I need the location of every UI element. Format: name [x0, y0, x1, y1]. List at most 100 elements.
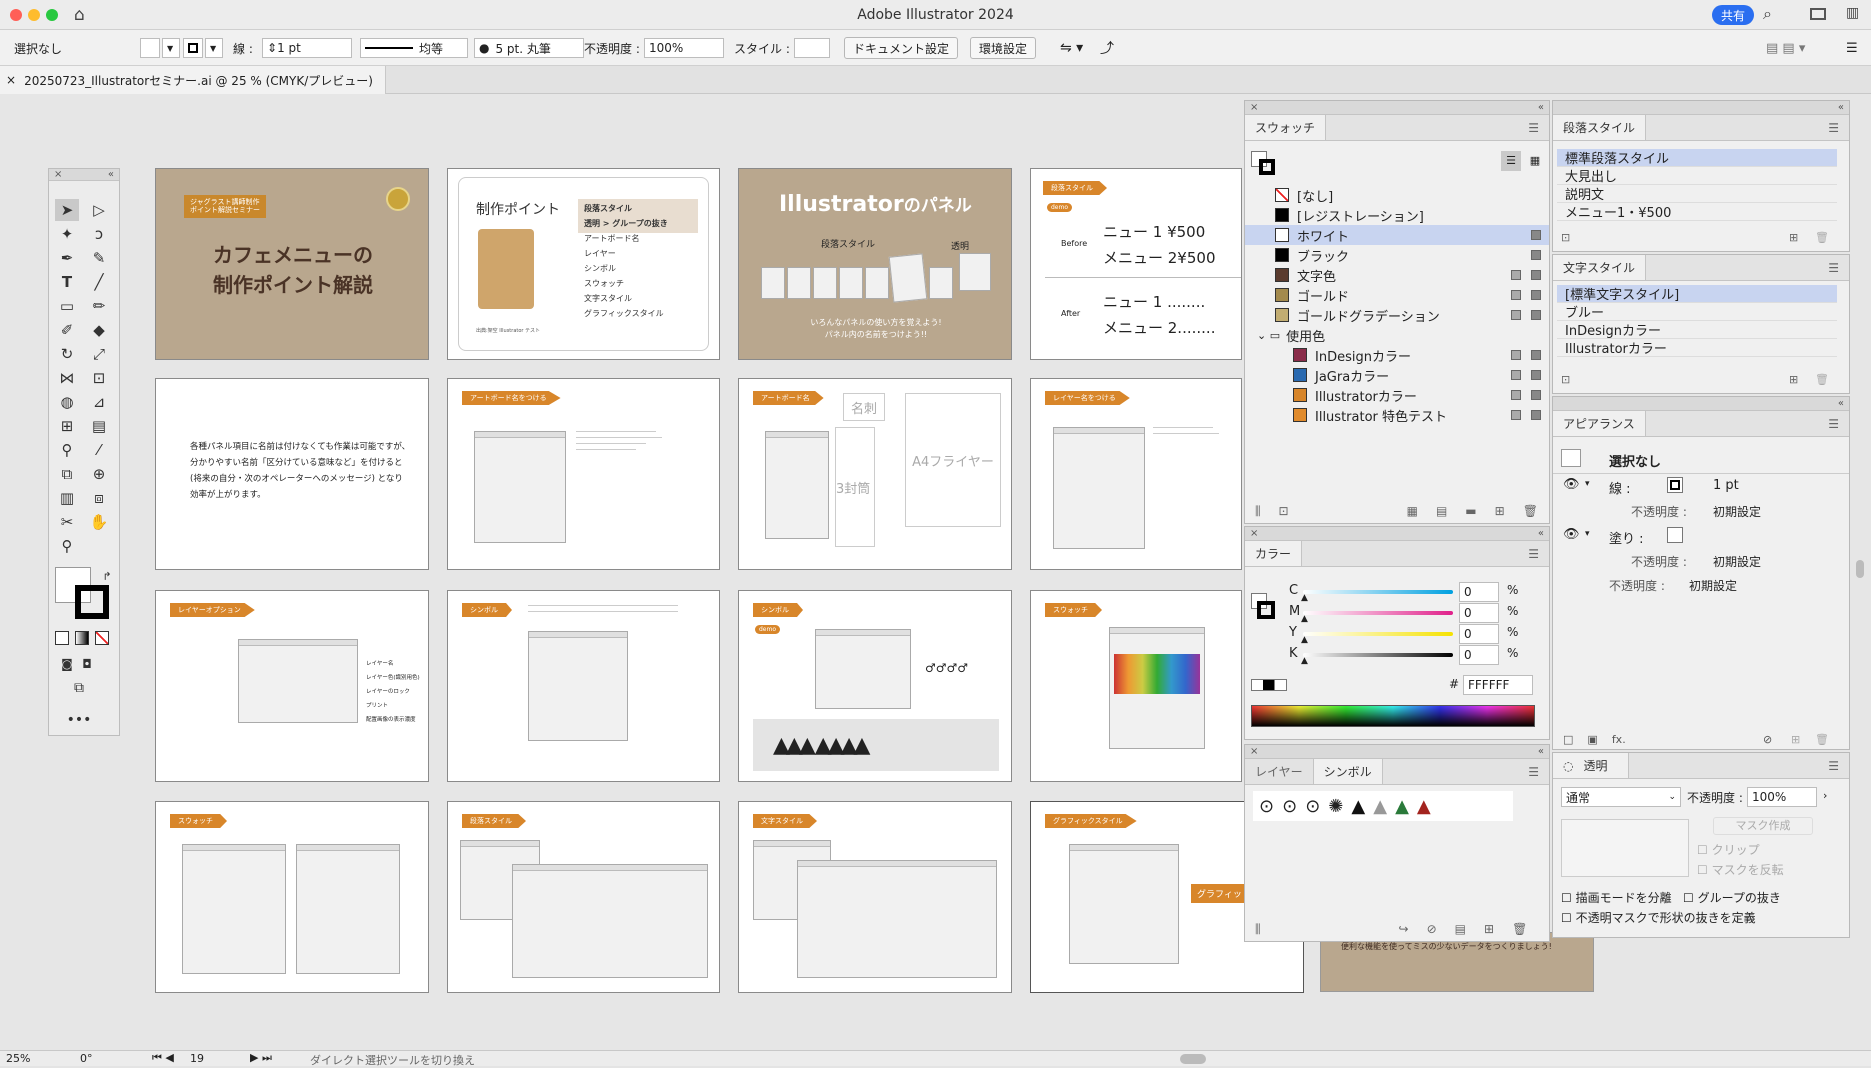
measure-icon[interactable]: ⁄ — [87, 439, 111, 461]
channel-value-field[interactable]: 0 — [1459, 645, 1499, 665]
swatch-row[interactable]: ブラック — [1245, 245, 1549, 265]
direct-selection-tool-icon[interactable]: ▷ — [87, 199, 111, 221]
blend-mode-select[interactable]: 通常 ⌄ — [1561, 787, 1681, 807]
add-fill-icon[interactable]: ▣ — [1587, 733, 1597, 746]
folder-icon[interactable]: ⌄ ▭ — [1257, 329, 1280, 342]
swatch-stroke-indicator[interactable] — [1259, 159, 1275, 175]
fill-control[interactable]: ▼ — [140, 30, 180, 66]
opacity-stepper-icon[interactable]: › — [1823, 789, 1827, 802]
symbol-library-icon[interactable]: ⫼ — [1255, 922, 1261, 937]
duplicate-item-icon[interactable]: ⊞ — [1791, 733, 1800, 746]
graphic-style-select[interactable] — [794, 38, 830, 58]
pen-tool-icon[interactable]: ✒ — [55, 247, 79, 269]
appearance-stroke-swatch[interactable] — [1667, 477, 1683, 493]
artboard-7[interactable]: アートボード名 名刺 3封筒 A4フライヤー — [738, 378, 1012, 570]
character-style-item[interactable]: ブルー — [1557, 303, 1837, 321]
artboard-5[interactable]: 各種パネル項目に名前は付けなくても作業は可能ですが、 分かりやすい名前「区分けてい… — [155, 378, 429, 570]
stroke-control[interactable]: ▼ — [183, 30, 223, 66]
artboard-tool-icon[interactable]: ⧈ — [87, 487, 111, 509]
symbol-compass-4-icon[interactable]: ✺ — [1328, 796, 1343, 817]
close-tab-icon[interactable]: × — [6, 73, 16, 87]
rectangle-tool-icon[interactable]: ▭ — [55, 295, 79, 317]
more-tools-icon[interactable]: ••• — [67, 709, 92, 731]
shaper-tool-icon[interactable]: ✐ — [55, 319, 79, 341]
workspace-icon[interactable] — [1810, 8, 1826, 20]
object-opacity-value[interactable]: 初期設定 — [1689, 577, 1737, 594]
selection-tool-icon[interactable]: ➤ — [55, 199, 79, 221]
symbol-compass-1-icon[interactable]: ⊙ — [1259, 796, 1274, 817]
tab-symbols[interactable]: シンボル — [1312, 759, 1383, 784]
symbol-options-icon[interactable]: ▤ — [1455, 922, 1466, 936]
type-tool-icon[interactable]: T — [55, 271, 79, 293]
artboard-1[interactable]: ジャグラスト講師制作 ポイント解説セミナー カフェメニューの 制作ポイント解説 — [155, 168, 429, 360]
list-view-icon[interactable]: ☰ — [1501, 151, 1521, 171]
screen-mode-icon[interactable]: ⧉ — [67, 677, 91, 699]
tab-appearance[interactable]: アピアランス — [1553, 411, 1646, 436]
swatch-row[interactable]: Illustratorカラー — [1245, 385, 1549, 405]
width-tool-icon[interactable]: ⋈ — [55, 367, 79, 389]
clip-checkbox[interactable]: ☐ クリップ — [1697, 841, 1760, 858]
rotation-angle[interactable]: 0° — [80, 1052, 93, 1065]
gradient-mode-icon[interactable] — [75, 631, 89, 645]
preferences-button[interactable]: 環境設定 — [970, 37, 1037, 59]
none-mode-icon[interactable] — [95, 631, 109, 645]
none-white-black-icon[interactable] — [1251, 679, 1287, 691]
control-menu-icon[interactable]: ☰ — [1846, 30, 1858, 66]
artboard-9[interactable]: レイヤーオプション レイヤー名 レイヤー色(識別用色) レイヤーのロック プリント 配置… — [155, 590, 429, 782]
channel-slider[interactable] — [1303, 632, 1453, 636]
symbol-compass-2-icon[interactable]: ⊙ — [1282, 796, 1297, 817]
tab-swatches[interactable]: スウォッチ — [1245, 115, 1327, 140]
clear-appearance-icon[interactable]: ⊘ — [1763, 733, 1772, 746]
magic-wand-icon[interactable]: ✦ — [55, 223, 79, 245]
invert-mask-checkbox[interactable]: ☐ マスクを反転 — [1697, 861, 1784, 878]
delete-swatch-icon[interactable]: 🗑 — [1523, 504, 1538, 518]
paragraph-style-item[interactable]: 大見出し — [1557, 167, 1837, 185]
brush-select[interactable]: ● 5 pt. 丸筆 — [474, 38, 584, 58]
tab-paragraph-styles[interactable]: 段落スタイル — [1553, 115, 1647, 140]
artboard-12[interactable]: スウォッチ — [1030, 590, 1242, 782]
new-symbol-icon[interactable]: ⊞ — [1484, 922, 1494, 936]
slice-tool-icon[interactable]: ✂ — [55, 511, 79, 533]
color-mode-icon[interactable] — [55, 631, 69, 645]
search-icon[interactable]: ⌕ — [1763, 4, 1772, 24]
close-panel-icon[interactable]: × — [1250, 102, 1258, 113]
shape-builder-icon[interactable]: ◍ — [55, 391, 79, 413]
document-setup-button[interactable]: ドキュメント設定 — [844, 37, 959, 59]
delete-char-style-icon[interactable]: 🗑 — [1815, 373, 1829, 386]
line-tool-icon[interactable]: ╱ — [87, 271, 111, 293]
swatch-row[interactable]: JaGraカラー — [1245, 365, 1549, 385]
symbol-mountain-black-icon[interactable]: ▲ — [1351, 796, 1365, 817]
swatch-row[interactable]: ゴールド — [1245, 285, 1549, 305]
swatch-row[interactable]: Illustrator 特色テスト — [1245, 405, 1549, 425]
swatch-row[interactable]: [なし] — [1245, 185, 1549, 205]
channel-value-field[interactable]: 0 — [1459, 582, 1499, 602]
character-style-item[interactable]: [標準文字スタイル] — [1557, 285, 1837, 303]
artboard-2[interactable]: 制作ポイント 段落スタイル 透明 > グループの抜き アートボード名 レイヤー … — [447, 168, 720, 360]
next-artboard-icon[interactable]: ▶ ⏭ — [250, 1051, 272, 1065]
opacity-mask-checkbox[interactable]: ☐ 不透明マスクで形状の抜きを定義 — [1561, 909, 1756, 926]
stroke-opacity-value[interactable]: 初期設定 — [1713, 503, 1761, 520]
draw-behind-icon[interactable]: ◘ — [75, 653, 99, 675]
fill-opacity-value[interactable]: 初期設定 — [1713, 553, 1761, 570]
artboard-10[interactable]: シンボル — [447, 590, 720, 782]
panel-menu-icon[interactable]: ☰ — [1518, 115, 1549, 140]
swatch-row[interactable]: [レジストレーション] — [1245, 205, 1549, 225]
curvature-tool-icon[interactable]: ✎ — [87, 247, 111, 269]
stroke-expand-icon[interactable]: ▾ — [1585, 479, 1590, 489]
appearance-fill-swatch[interactable] — [1667, 527, 1683, 543]
place-symbol-icon[interactable]: ↪ — [1399, 922, 1409, 936]
graph-tool-icon[interactable]: ▥ — [55, 487, 79, 509]
zoom-tool-icon[interactable]: ⚲ — [55, 535, 79, 557]
artboard-6[interactable]: アートボード名をつける — [447, 378, 720, 570]
grid-view-icon[interactable]: ▦ — [1525, 151, 1545, 171]
vertical-scroll-thumb[interactable] — [1856, 560, 1864, 578]
share-button[interactable]: 共有 — [1712, 5, 1755, 25]
swatch-row[interactable]: ホワイト — [1245, 225, 1549, 245]
symbol-mountain-green-icon[interactable]: ▲ — [1395, 796, 1409, 817]
load-styles-icon[interactable]: ⊡ — [1561, 231, 1570, 244]
fill-visibility-icon[interactable]: 👁 — [1563, 527, 1580, 542]
add-stroke-icon[interactable]: □ — [1563, 733, 1573, 746]
delete-paragraph-style-icon[interactable]: 🗑 — [1815, 231, 1829, 244]
opacity-field[interactable]: 100% — [644, 38, 724, 58]
slider-handle-icon[interactable]: ▲ — [1301, 614, 1308, 624]
